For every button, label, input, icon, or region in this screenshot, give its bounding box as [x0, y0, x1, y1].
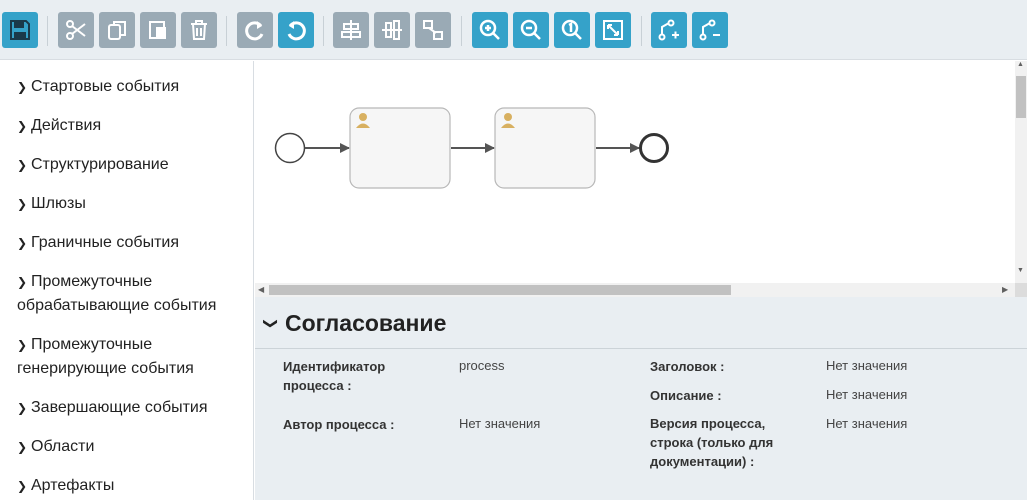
- delete-icon: [191, 20, 207, 40]
- chevron-right-icon: ❯: [17, 80, 28, 94]
- save-button[interactable]: [2, 12, 38, 48]
- align-vertical-button[interactable]: [374, 12, 410, 48]
- horizontal-scroll-thumb[interactable]: [269, 285, 731, 295]
- sidebar-item-intermediate-catching-events[interactable]: ❯ Промежуточные обрабатывающие события: [17, 270, 242, 318]
- save-icon: [10, 20, 30, 40]
- sidebar-item-intermediate-throwing-events[interactable]: ❯ Промежуточные генерирующие события: [17, 333, 242, 381]
- bpmn-diagram: [274, 107, 669, 189]
- redo-icon: [245, 21, 264, 41]
- chevron-right-icon: ❯: [17, 440, 28, 454]
- sidebar-item-start-events[interactable]: ❯ Стартовые события: [17, 75, 242, 99]
- author-label: Автор процесса :: [283, 417, 395, 432]
- scroll-right-icon[interactable]: ▶: [1002, 285, 1008, 294]
- start-event[interactable]: [274, 132, 306, 164]
- toolbar: [0, 0, 1027, 60]
- sidebar-item-gateways[interactable]: ❯ Шлюзы: [17, 192, 242, 216]
- zoom-in-button[interactable]: [472, 12, 508, 48]
- scroll-up-icon[interactable]: ▲: [1017, 61, 1024, 68]
- end-event[interactable]: [639, 133, 669, 163]
- undo-icon: [287, 21, 306, 41]
- align-vertical-icon: [382, 20, 402, 40]
- sidebar-item-artifacts[interactable]: ❯ Артефакты: [17, 474, 242, 498]
- process-id-value[interactable]: process: [459, 356, 505, 375]
- redo-button[interactable]: [237, 12, 273, 48]
- undo-button[interactable]: [278, 12, 314, 48]
- cut-button[interactable]: [58, 12, 94, 48]
- description-value[interactable]: Нет значения: [826, 385, 907, 404]
- chevron-right-icon: ❯: [17, 479, 28, 493]
- zoom-in-icon: [479, 19, 500, 40]
- sidebar-item-swimlanes[interactable]: ❯ Области: [17, 435, 242, 459]
- author-value[interactable]: Нет значения: [459, 414, 540, 433]
- header-value[interactable]: Нет значения: [826, 356, 907, 375]
- scrollbar-corner: [1015, 283, 1027, 297]
- sidebar-item-boundary-events[interactable]: ❯ Граничные события: [17, 231, 242, 255]
- chevron-right-icon: ❯: [17, 275, 28, 289]
- add-bend-point-icon: [658, 19, 679, 41]
- remove-bend-point-button[interactable]: [692, 12, 728, 48]
- scroll-down-icon[interactable]: ▼: [1017, 267, 1024, 274]
- diagram-canvas[interactable]: [255, 61, 1015, 283]
- paste-button[interactable]: [140, 12, 176, 48]
- paste-icon: [149, 21, 166, 39]
- zoom-reset-button[interactable]: [554, 12, 590, 48]
- process-id-label: Идентификатор процесса :: [283, 359, 386, 393]
- copy-icon: [108, 21, 126, 40]
- vertical-scrollbar[interactable]: ▲ ▼: [1015, 61, 1027, 283]
- zoom-reset-icon: [561, 19, 582, 40]
- fit-screen-button[interactable]: [595, 12, 631, 48]
- palette-sidebar: ❯ Стартовые события ❯ Действия ❯ Структурир…: [0, 61, 254, 500]
- sidebar-item-end-events[interactable]: ❯ Завершающие события: [17, 396, 242, 420]
- version-value[interactable]: Нет значения: [826, 414, 907, 433]
- distribute-icon: [423, 20, 443, 40]
- scroll-left-icon[interactable]: ◀: [258, 285, 264, 294]
- chevron-right-icon: ❯: [17, 236, 28, 250]
- align-horizontal-button[interactable]: [333, 12, 369, 48]
- chevron-right-icon: ❯: [17, 119, 28, 133]
- sidebar-item-actions[interactable]: ❯ Действия: [17, 114, 242, 138]
- delete-button[interactable]: [181, 12, 217, 48]
- zoom-out-button[interactable]: [513, 12, 549, 48]
- copy-button[interactable]: [99, 12, 135, 48]
- properties-panel: ❯ Согласование Идентификатор процесса : …: [255, 297, 1027, 500]
- add-bend-point-button[interactable]: [651, 12, 687, 48]
- chevron-right-icon: ❯: [17, 197, 28, 211]
- cut-icon: [66, 20, 86, 40]
- remove-bend-point-icon: [699, 19, 720, 41]
- process-title: Согласование: [285, 310, 447, 336]
- chevron-down-icon[interactable]: ❯: [262, 318, 279, 330]
- horizontal-scrollbar[interactable]: ◀ ▶: [255, 283, 1015, 297]
- fit-screen-icon: [603, 20, 623, 40]
- vertical-scroll-thumb[interactable]: [1016, 76, 1026, 118]
- sidebar-item-structuring[interactable]: ❯ Структурирование: [17, 153, 242, 177]
- description-label: Описание :: [650, 388, 722, 403]
- distribute-button[interactable]: [415, 12, 451, 48]
- zoom-out-icon: [520, 19, 541, 40]
- properties-header[interactable]: ❯ Согласование: [255, 297, 1027, 349]
- chevron-right-icon: ❯: [17, 401, 28, 415]
- header-label: Заголовок :: [650, 359, 725, 374]
- chevron-right-icon: ❯: [17, 158, 28, 172]
- version-label: Версия процесса, строка (только для доку…: [650, 416, 774, 469]
- align-horizontal-icon: [341, 20, 361, 40]
- chevron-right-icon: ❯: [17, 338, 28, 352]
